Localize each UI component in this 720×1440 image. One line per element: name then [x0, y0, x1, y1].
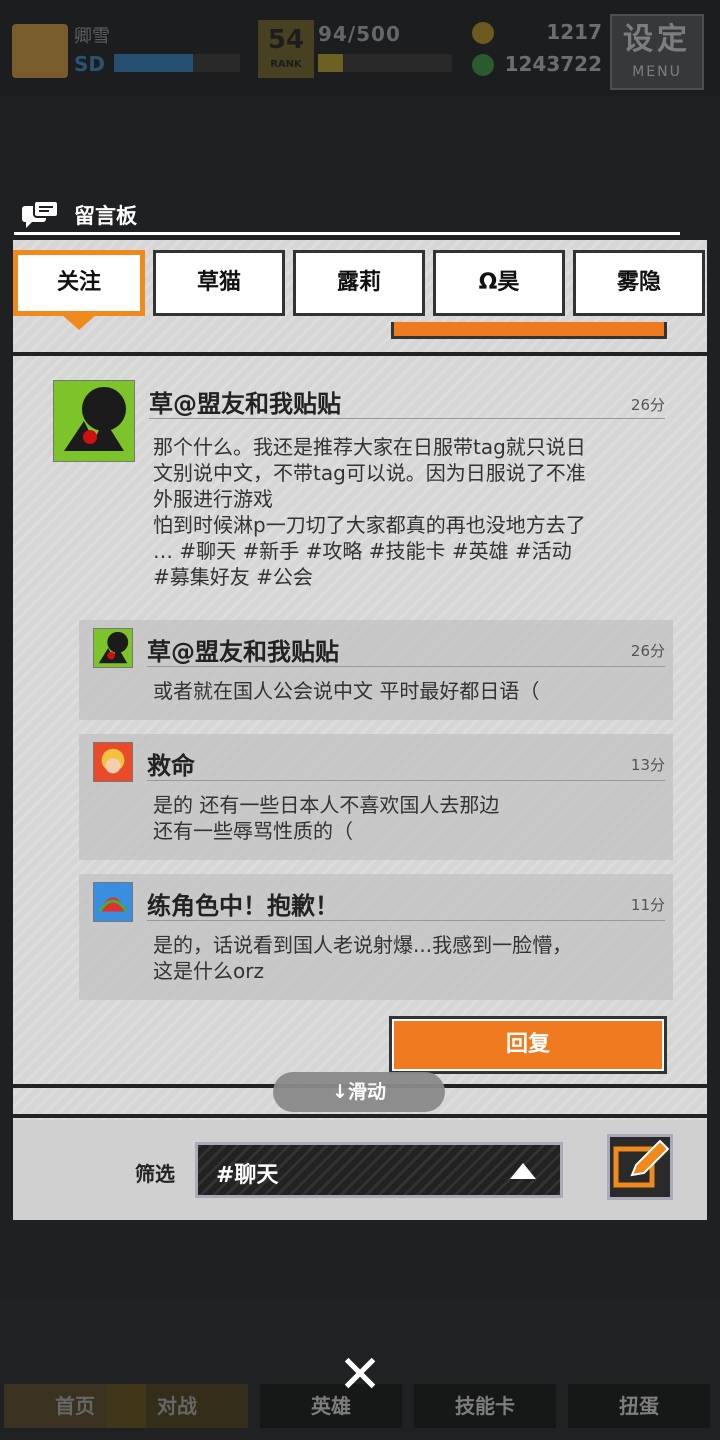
filter-dropdown[interactable]: #聊天	[195, 1142, 563, 1198]
compose-button[interactable]	[607, 1134, 673, 1200]
board-tabs: 关注 草猫 露莉 Ω昊 雾隐	[13, 250, 707, 316]
player-avatar	[12, 24, 68, 78]
sd-label: SD	[74, 52, 106, 76]
post-time: 26分	[630, 396, 665, 414]
post-line: 怕到时候淋p一刀切了大家都真的再也没地方去了	[153, 513, 586, 537]
exp-bar-fill	[318, 54, 344, 72]
reply-card: 草@盟友和我贴贴 26分 或者就在国人公会说中文 平时最好都日语（	[79, 620, 673, 720]
board-title: 留言板	[74, 204, 137, 228]
previous-reply-button[interactable]	[391, 322, 667, 339]
reply-line: 还有一些辱骂性质的（	[153, 819, 353, 843]
header-divider	[14, 232, 680, 235]
tab-luli[interactable]: 露莉	[293, 250, 425, 316]
reply-author: 草@盟友和我贴贴	[147, 638, 339, 666]
nav-skill-cards[interactable]: 技能卡	[414, 1384, 556, 1428]
post-divider	[149, 418, 665, 419]
settings-label: 设定	[623, 22, 691, 57]
reply-divider	[147, 920, 665, 921]
rank-badge: 54 RANK	[258, 20, 314, 78]
reply-time: 26分	[630, 642, 665, 660]
reply-card: 练角色中！抱歉！ 11分 是的，话说看到国人老说射爆...我感到一脸懵， 这是什…	[79, 874, 673, 1000]
tab-omegahao[interactable]: Ω昊	[433, 250, 565, 316]
tab-follow[interactable]: 关注	[13, 250, 145, 316]
settings-menu-button[interactable]: 设定 MENU	[610, 14, 704, 90]
post-line: 那个什么。我还是推荐大家在日服带tag就只说日	[153, 435, 586, 459]
triangle-up-icon	[510, 1163, 536, 1179]
filter-value: #聊天	[216, 1163, 279, 1188]
exp-bar	[318, 54, 452, 72]
post-body: 那个什么。我还是推荐大家在日服带tag就只说日 文别说中文，不带tag可以说。因…	[153, 434, 665, 590]
previous-post-tail	[13, 322, 707, 356]
status-bar: 卿雪 SD 54 RANK 94/500 1217 1243722 设定 MENU	[0, 0, 720, 96]
sd-bar-fill	[114, 54, 194, 72]
reply-body: 是的，话说看到国人老说射爆...我感到一脸懵， 这是什么orz	[153, 932, 663, 984]
gold-coin-icon	[472, 22, 494, 44]
nav-battle[interactable]: 对战	[106, 1384, 248, 1428]
thread-post: 草@盟友和我贴贴 26分 那个什么。我还是推荐大家在日服带tag就只说日 文别说…	[13, 362, 707, 1088]
reply-avatar[interactable]	[93, 628, 133, 668]
reply-divider	[147, 666, 665, 667]
filter-label: 筛选	[135, 1162, 175, 1186]
reply-divider	[147, 780, 665, 781]
message-board-panel: 关注 草猫 露莉 Ω昊 雾隐 草@盟友和我贴贴 26分 那个什么。我还是推荐大家…	[13, 240, 707, 1220]
scroll-hint: ↓滑动	[273, 1072, 445, 1112]
rank-label: RANK	[270, 59, 302, 70]
rank-number: 54	[267, 25, 305, 55]
chat-bubbles-icon	[22, 200, 59, 228]
post-line: #募集好友 #公会	[153, 565, 313, 589]
reply-avatar[interactable]	[93, 882, 133, 922]
nav-gacha[interactable]: 扭蛋	[568, 1384, 710, 1428]
reply-author: 练角色中！抱歉！	[147, 892, 339, 920]
post-line: 文别说中文，不带tag可以说。因为日服说了不准	[153, 461, 586, 485]
post-line: 外服进行游戏	[153, 487, 273, 511]
reply-avatar[interactable]	[93, 742, 133, 782]
tab-caomao[interactable]: 草猫	[153, 250, 285, 316]
gold-amount: 1217	[546, 20, 602, 44]
author-avatar[interactable]	[53, 380, 135, 462]
reply-time: 11分	[630, 896, 665, 914]
reply-time: 13分	[630, 756, 665, 774]
reply-line: 是的，话说看到国人老说射爆...我感到一脸懵，	[153, 933, 573, 957]
gem-icon	[472, 54, 494, 76]
menu-label: MENU	[632, 64, 682, 80]
reply-button[interactable]: 回复	[389, 1016, 667, 1074]
filter-bar: 筛选 #聊天	[13, 1120, 707, 1220]
reply-line: 这是什么orz	[153, 959, 264, 983]
reply-body: 是的 还有一些日本人不喜欢国人去那边 还有一些辱骂性质的（	[153, 792, 663, 844]
close-icon[interactable]: ✕	[333, 1348, 387, 1402]
reply-line: 或者就在国人公会说中文 平时最好都日语（	[153, 679, 540, 703]
reply-card: 救命 13分 是的 还有一些日本人不喜欢国人去那边 还有一些辱骂性质的（	[79, 734, 673, 860]
reply-body: 或者就在国人公会说中文 平时最好都日语（	[153, 678, 663, 704]
edit-pencil-icon	[613, 1139, 670, 1188]
tab-wuyin[interactable]: 雾隐	[573, 250, 705, 316]
player-name: 卿雪	[74, 26, 110, 47]
reply-author: 救命	[147, 752, 195, 780]
reply-line: 是的 还有一些日本人不喜欢国人去那边	[153, 793, 500, 817]
sd-bar	[114, 54, 240, 72]
post-author: 草@盟友和我贴贴	[149, 390, 341, 418]
exp-counter: 94/500	[318, 22, 401, 46]
post-line: … #聊天 #新手 #攻略 #技能卡 #英雄 #活动	[153, 539, 572, 563]
gem-amount: 1243722	[504, 52, 602, 76]
